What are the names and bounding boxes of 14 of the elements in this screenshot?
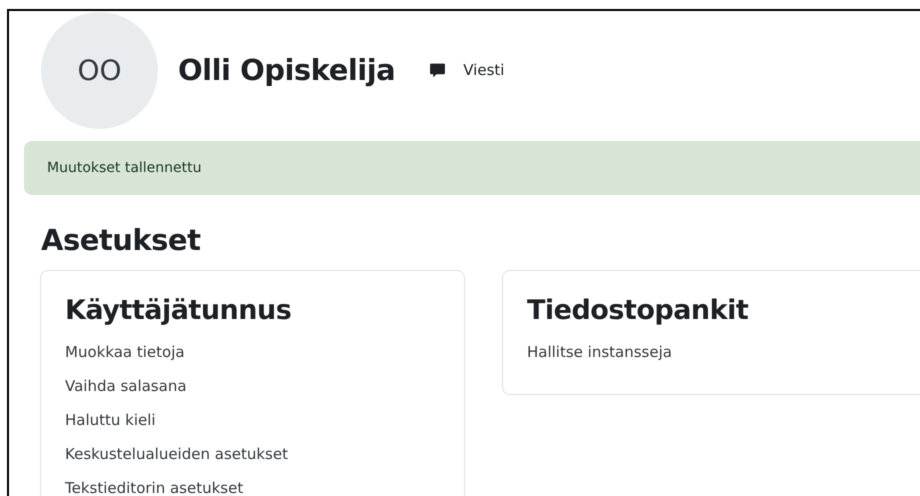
- settings-link[interactable]: Vaihda salasana: [65, 377, 187, 396]
- user-name: Olli Opiskelija: [178, 52, 396, 88]
- settings-link[interactable]: Keskustelualueiden asetukset: [65, 445, 288, 464]
- alert-message: Muutokset tallennettu: [47, 158, 202, 178]
- speech-bubble-icon: [429, 62, 446, 78]
- section-heading: Asetukset: [41, 223, 202, 258]
- message-link[interactable]: Viesti: [429, 58, 504, 82]
- settings-link[interactable]: Tekstieditorin asetukset: [65, 479, 244, 496]
- card-title: Tiedostopankit: [527, 294, 750, 328]
- card-title: Käyttäjätunnus: [65, 294, 292, 328]
- settings-link[interactable]: Hallitse instansseja: [527, 343, 672, 362]
- settings-link[interactable]: Muokkaa tietoja: [65, 343, 185, 362]
- settings-link[interactable]: Haluttu kieli: [65, 411, 156, 430]
- avatar: OO: [41, 12, 158, 129]
